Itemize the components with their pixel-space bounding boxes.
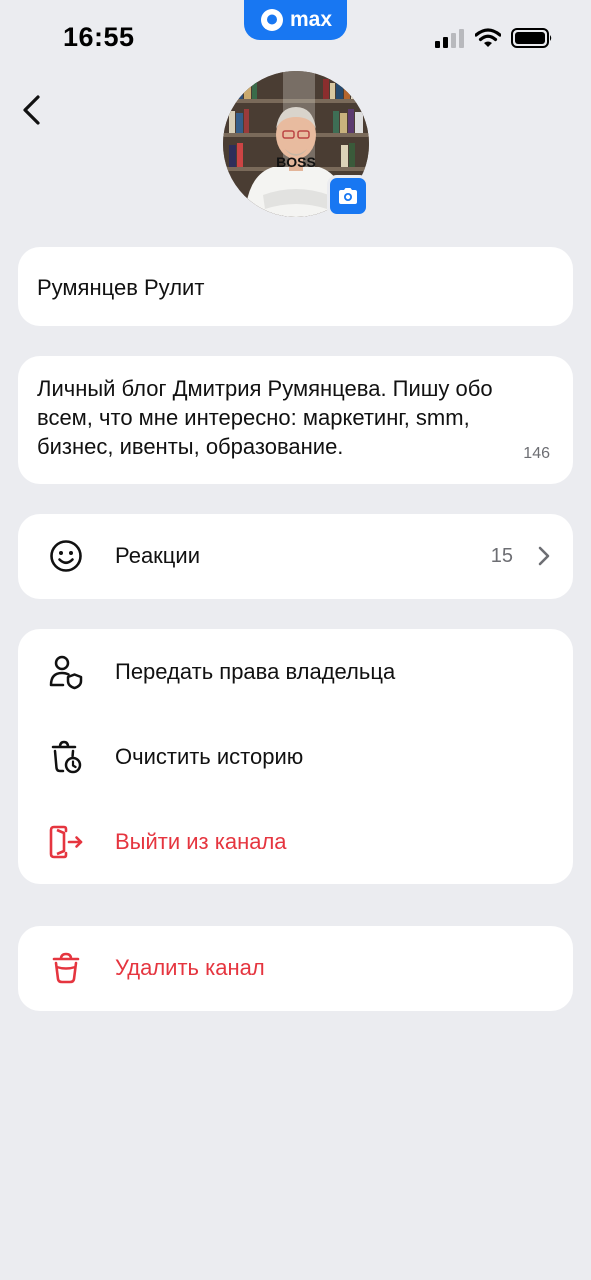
island-label: max bbox=[289, 8, 333, 31]
chevron-right-icon bbox=[538, 546, 550, 566]
avatar-container: BOSS bbox=[223, 71, 369, 217]
battery-icon bbox=[511, 28, 552, 48]
leave-channel-label: Выйти из канала bbox=[115, 829, 287, 854]
reactions-label: Реакции bbox=[115, 543, 200, 568]
dynamic-island-badge: max bbox=[244, 0, 347, 40]
status-icons bbox=[435, 28, 553, 48]
wifi-icon bbox=[475, 28, 501, 47]
reactions-card: Реакции 15 bbox=[18, 514, 573, 599]
avatar-shirt-text: BOSS bbox=[276, 154, 316, 170]
max-logo-icon bbox=[260, 9, 283, 31]
user-shield-icon bbox=[49, 655, 83, 690]
leave-channel-row[interactable]: Выйти из канала bbox=[18, 800, 573, 884]
delete-channel-card: Удалить канал bbox=[18, 926, 573, 1011]
delete-channel-row[interactable]: Удалить канал bbox=[18, 926, 573, 1010]
delete-channel-label: Удалить канал bbox=[115, 955, 265, 980]
clear-history-row[interactable]: Очистить историю bbox=[18, 715, 573, 799]
status-time: 16:55 bbox=[63, 22, 135, 52]
transfer-ownership-label: Передать права владельца bbox=[115, 659, 396, 684]
camera-icon bbox=[339, 188, 357, 204]
clear-history-label: Очистить историю bbox=[115, 744, 304, 769]
channel-name-value: Румянцев Рулит bbox=[37, 275, 205, 300]
status-bar: 16:55 max bbox=[0, 0, 591, 72]
description-char-counter: 146 bbox=[523, 445, 550, 462]
cellular-signal-icon bbox=[435, 29, 464, 48]
transfer-ownership-row[interactable]: Передать права владельца bbox=[18, 630, 573, 714]
change-photo-button[interactable] bbox=[327, 175, 369, 217]
reactions-row[interactable]: Реакции 15 bbox=[18, 514, 573, 598]
channel-actions-card: Передать права владельца Очистить истори… bbox=[18, 629, 573, 884]
chevron-left-icon bbox=[23, 95, 40, 125]
trash-icon bbox=[52, 952, 80, 984]
channel-name-field[interactable]: Румянцев Рулит bbox=[18, 247, 573, 326]
channel-description-field[interactable]: Личный блог Дмитрия Румянцева. Пишу обо … bbox=[18, 356, 573, 484]
back-button[interactable] bbox=[16, 92, 50, 128]
smiley-icon bbox=[50, 540, 82, 572]
trash-clock-icon bbox=[51, 740, 82, 774]
exit-icon bbox=[49, 825, 83, 859]
reactions-count: 15 bbox=[490, 545, 513, 567]
channel-description-value: Личный блог Дмитрия Румянцева. Пишу обо … bbox=[37, 376, 493, 459]
